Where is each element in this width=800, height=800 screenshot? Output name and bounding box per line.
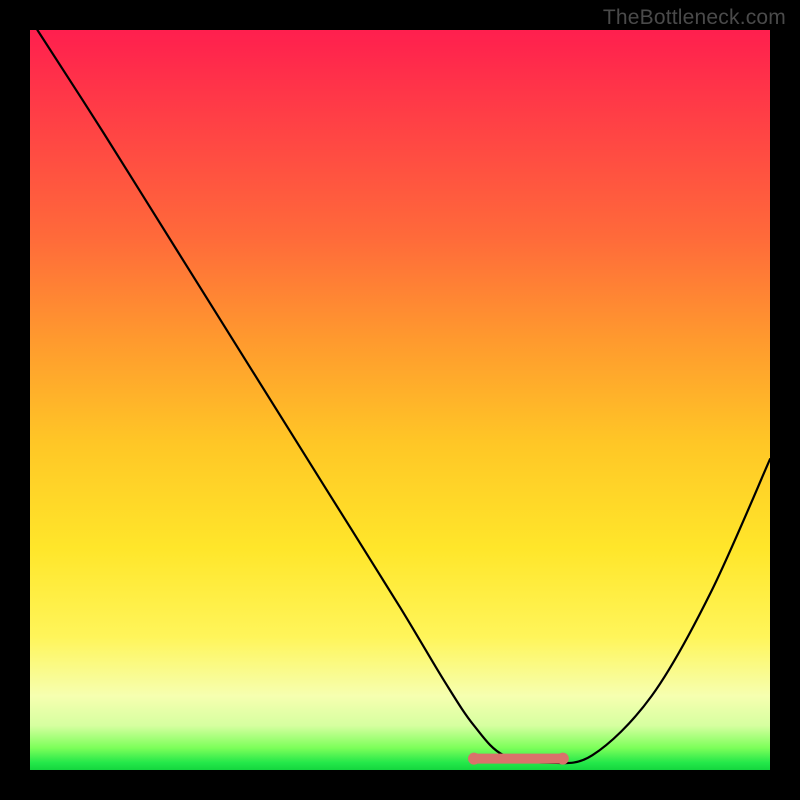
plot-area bbox=[30, 30, 770, 770]
chart-frame: TheBottleneck.com bbox=[0, 0, 800, 800]
curve-layer bbox=[30, 30, 770, 770]
optimal-range-start-dot bbox=[468, 753, 480, 765]
optimal-range-end-dot bbox=[557, 753, 569, 765]
bottleneck-curve bbox=[37, 30, 770, 763]
attribution-text: TheBottleneck.com bbox=[603, 6, 786, 30]
